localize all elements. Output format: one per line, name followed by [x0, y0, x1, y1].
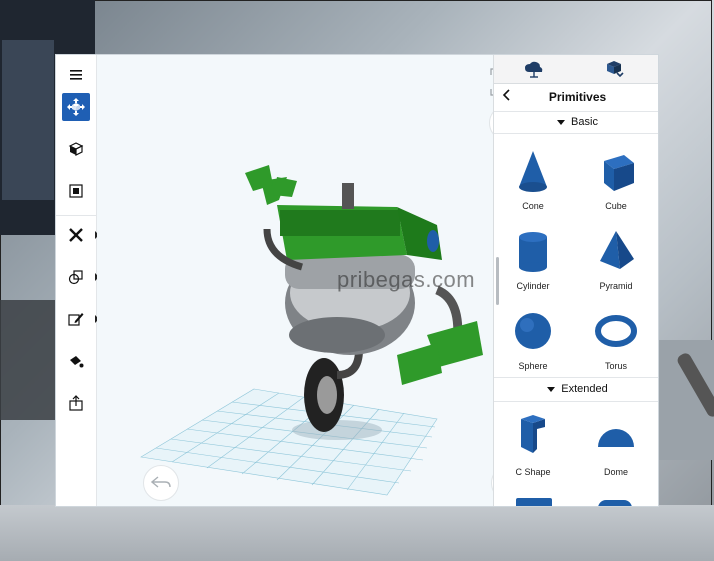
primitive-label: Cylinder [516, 281, 550, 291]
edit-pen-icon [68, 313, 84, 326]
transform-tools-icon [69, 228, 83, 242]
pyramid-icon [600, 231, 634, 269]
section-extended-label: Extended [561, 383, 608, 395]
primitive-c-shape[interactable]: C Shape [503, 409, 563, 485]
c-shape-icon [521, 415, 545, 453]
3d-viewport[interactable]: pribegas.com [97, 55, 493, 506]
back-button[interactable] [502, 88, 512, 104]
cylinder-icon [519, 232, 547, 272]
paint-icon [70, 356, 84, 368]
dome-icon [598, 429, 634, 447]
primitive-partial[interactable] [516, 498, 552, 506]
primitives-panel: Primitives Basic Cone Cube Cylinder Pyra… [493, 55, 658, 506]
toolbar-divider [56, 215, 96, 216]
primitive-label: Cone [522, 201, 544, 211]
primitive-cylinder[interactable]: Cylinder [503, 223, 563, 299]
scrollbar-thumb[interactable] [496, 257, 499, 305]
app-window: pribegas.com Primitives Basic Cone Cube … [55, 54, 659, 507]
primitive-partial[interactable] [598, 500, 632, 506]
scale-tool-button[interactable] [62, 177, 90, 205]
edit-tools-button[interactable] [62, 305, 99, 333]
section-basic[interactable]: Basic [494, 111, 658, 133]
panel-title: Primitives [548, 90, 607, 104]
section-basic-label: Basic [571, 116, 598, 128]
transform-tools-button[interactable] [62, 221, 99, 249]
watermark: pribegas.com [337, 267, 476, 292]
divider [494, 401, 658, 402]
panel-tab-bar [494, 55, 658, 84]
section-extended[interactable]: Extended [494, 378, 658, 400]
move-icon [67, 98, 85, 116]
primitive-cube[interactable]: Cube [586, 143, 646, 219]
download-box-icon [607, 61, 624, 78]
rotate-icon [68, 142, 84, 156]
primitive-label: Dome [603, 467, 628, 477]
ground-grid [140, 388, 438, 496]
panel-header: Primitives [494, 83, 658, 112]
primitive-label: Pyramid [599, 281, 633, 291]
primitive-label: C Shape [515, 467, 551, 477]
cloud-icon [525, 61, 543, 78]
primitive-pyramid[interactable]: Pyramid [586, 223, 646, 299]
torus-icon [595, 315, 637, 347]
export-button[interactable] [62, 389, 90, 417]
divider [494, 133, 658, 134]
primitive-cone[interactable]: Cone [503, 143, 563, 219]
primitive-torus[interactable]: Torus [586, 303, 646, 379]
left-toolbar [56, 55, 99, 506]
primitive-label: Sphere [518, 361, 548, 371]
scale-icon [69, 184, 83, 198]
chevron-left-icon [502, 89, 510, 101]
tab-download[interactable] [602, 59, 626, 79]
primitive-sphere[interactable]: Sphere [503, 303, 563, 379]
menu-icon [70, 70, 82, 80]
undo-button[interactable] [143, 465, 179, 501]
caret-down-icon [557, 119, 566, 125]
export-icon [69, 395, 83, 411]
combine-icon [68, 270, 83, 285]
primitive-label: Torus [604, 361, 627, 371]
paint-tool-button[interactable] [62, 347, 90, 375]
caret-down-icon [547, 386, 556, 392]
background-desk-surface [0, 505, 714, 561]
primitive-dome[interactable]: Dome [586, 409, 646, 485]
primitive-label: Cube [605, 201, 627, 211]
cone-icon [519, 151, 547, 192]
sphere-icon [515, 313, 551, 349]
move-tool-button[interactable] [62, 93, 90, 121]
tab-cloud[interactable] [522, 59, 546, 79]
cube-icon [604, 155, 634, 191]
rotate-tool-button[interactable] [62, 135, 90, 163]
undo-icon [151, 476, 171, 488]
menu-button[interactable] [62, 61, 90, 89]
combine-tools-button[interactable] [62, 263, 99, 291]
